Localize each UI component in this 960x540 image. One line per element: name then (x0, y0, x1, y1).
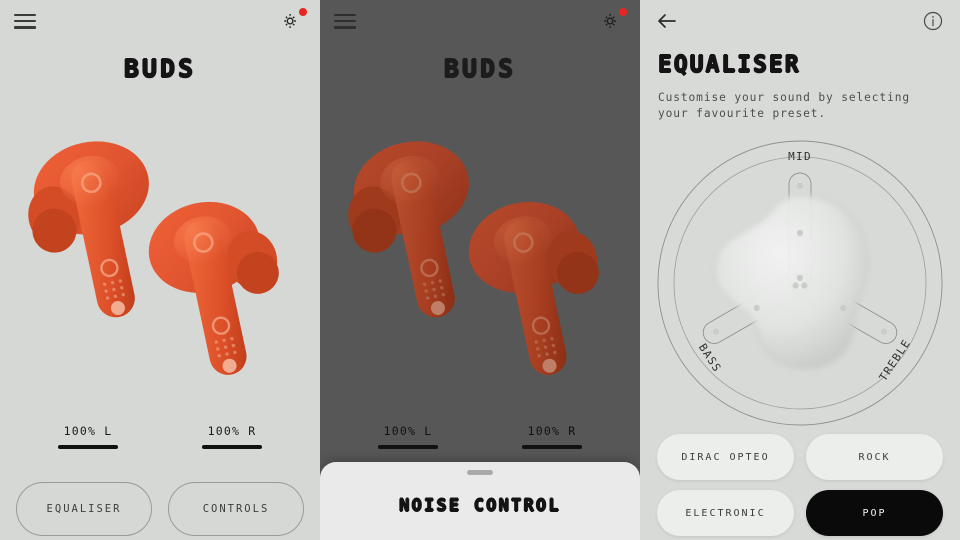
app-root: BUDS 100% L 100% R EQUALISER CONTROLS BU… (0, 0, 960, 540)
preset-grid: DIRAC OPTEO ROCK ELECTRONIC POP (657, 434, 943, 536)
noise-control-sheet[interactable]: NOISE CONTROL (320, 462, 640, 540)
noise-topbar (320, 0, 640, 42)
home-topbar (0, 0, 320, 42)
page-title: EQUALISER (658, 52, 801, 78)
battery-right-bar (202, 445, 262, 449)
earbuds-product-image (320, 118, 640, 408)
battery-left-label: 100% L (63, 424, 113, 438)
settings-notification-badge (619, 8, 627, 16)
equaliser-subtitle: Customise your sound by selecting your f… (658, 91, 910, 121)
gear-icon[interactable] (280, 8, 307, 34)
preset-pop[interactable]: POP (806, 490, 943, 536)
dial-label-bass: BASS (696, 341, 724, 375)
battery-right: 100% R (506, 424, 598, 449)
battery-right-label: 100% R (207, 424, 257, 438)
equaliser-button[interactable]: EQUALISER (16, 482, 152, 536)
equaliser-header: EQUALISER Customise your sound by select… (658, 52, 942, 122)
battery-right-bar (522, 445, 582, 449)
preset-rock[interactable]: ROCK (806, 434, 943, 480)
settings-notification-badge (299, 8, 307, 16)
arrow-left-icon[interactable] (654, 8, 680, 34)
equaliser-topbar (640, 0, 960, 42)
dial-label-mid: MID (788, 150, 812, 163)
battery-left-bar (58, 445, 118, 449)
sheet-title: NOISE CONTROL (399, 496, 561, 516)
battery-status-row: 100% L 100% R (0, 424, 320, 449)
gear-icon[interactable] (600, 8, 627, 34)
hamburger-menu-icon[interactable] (14, 13, 36, 29)
battery-right: 100% R (186, 424, 278, 449)
earbuds-product-image (0, 118, 320, 408)
battery-left: 100% L (42, 424, 134, 449)
hamburger-menu-icon[interactable] (334, 13, 356, 29)
sheet-drag-handle[interactable] (467, 470, 493, 475)
home-action-row: EQUALISER CONTROLS (16, 482, 304, 536)
panel-home: BUDS 100% L 100% R EQUALISER CONTROLS (0, 0, 320, 540)
preset-electronic[interactable]: ELECTRONIC (657, 490, 794, 536)
panel-equaliser: EQUALISER Customise your sound by select… (640, 0, 960, 540)
battery-left-bar (378, 445, 438, 449)
battery-right-label: 100% R (527, 424, 577, 438)
page-title: BUDS (443, 54, 517, 83)
page-title: BUDS (123, 54, 197, 83)
battery-left-label: 100% L (383, 424, 433, 438)
controls-button[interactable]: CONTROLS (168, 482, 304, 536)
panel-noise-control: BUDS 100% L 100% R NOISE CONTROL (320, 0, 640, 540)
equaliser-dial[interactable]: MID BASS TREBLE (655, 138, 945, 428)
dial-label-treble: TREBLE (877, 337, 914, 384)
battery-left: 100% L (362, 424, 454, 449)
preset-dirac-opteo[interactable]: DIRAC OPTEO (657, 434, 794, 480)
info-circle-icon[interactable] (920, 8, 946, 34)
battery-status-row: 100% L 100% R (320, 424, 640, 449)
